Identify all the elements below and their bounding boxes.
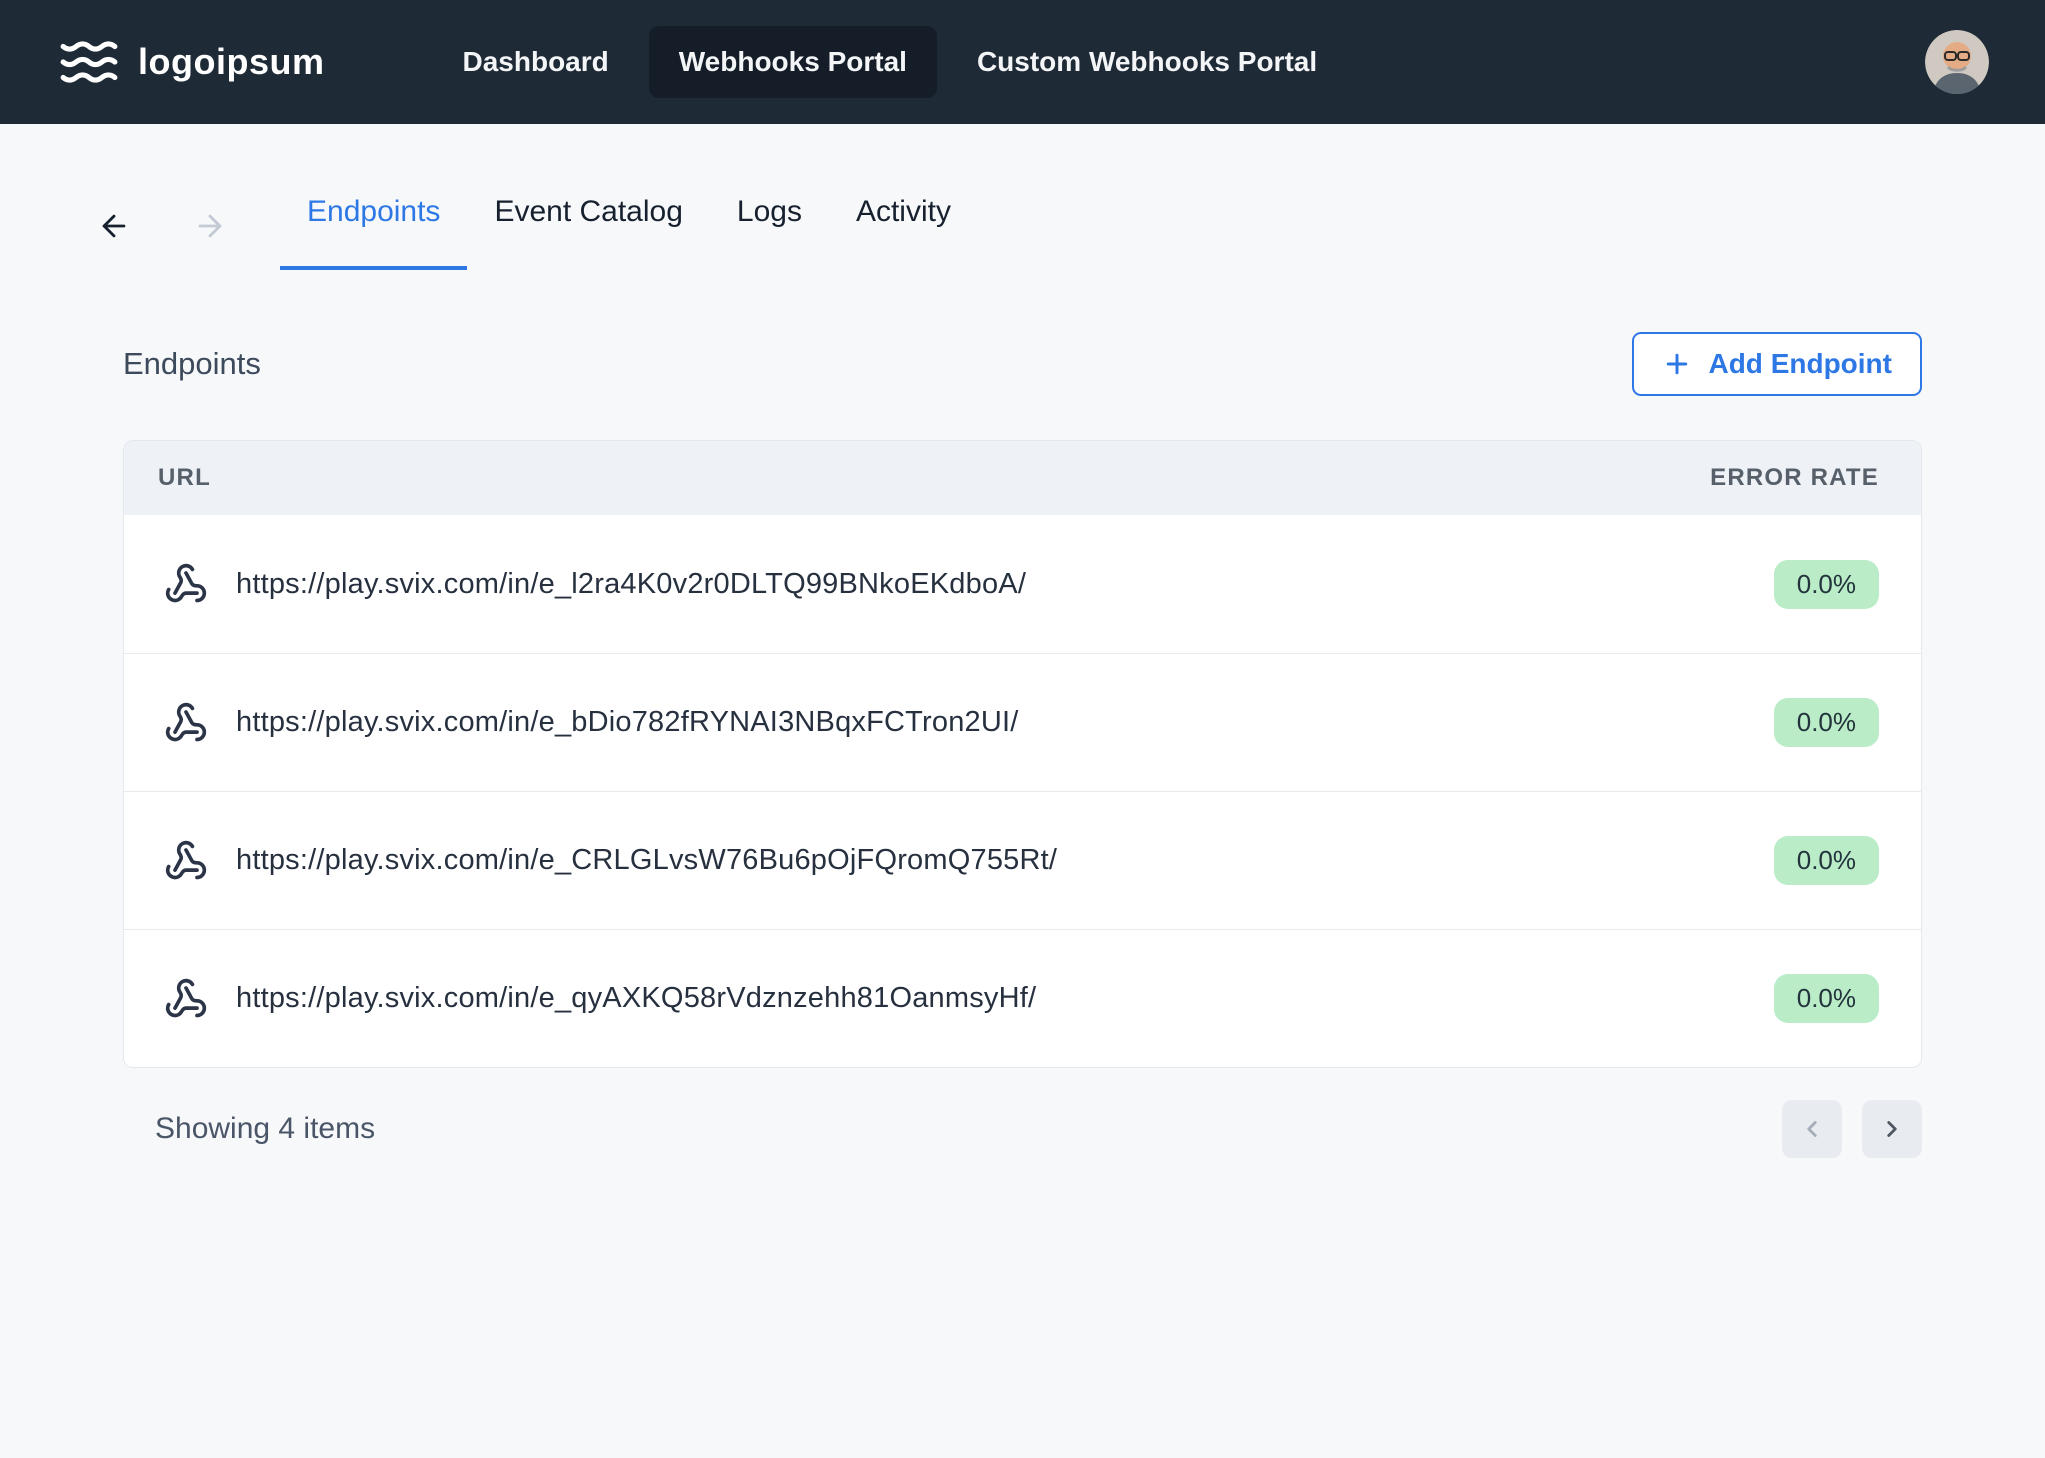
prev-page-button[interactable] <box>1782 1100 1842 1158</box>
webhook-icon <box>164 839 208 883</box>
tab-endpoints[interactable]: Endpoints <box>280 186 467 270</box>
page-title: Endpoints <box>123 346 261 382</box>
next-page-button[interactable] <box>1862 1100 1922 1158</box>
nav-item-webhooks-portal[interactable]: Webhooks Portal <box>649 26 937 98</box>
section-head: Endpoints Add Endpoint <box>123 332 1922 396</box>
pagination <box>1782 1100 1922 1158</box>
table-row[interactable]: https://play.svix.com/in/e_qyAXKQ58rVdzn… <box>124 929 1921 1067</box>
waves-logo-icon <box>58 31 120 93</box>
avatar[interactable] <box>1925 30 1989 94</box>
nav-item-dashboard[interactable]: Dashboard <box>433 26 639 98</box>
webhook-icon <box>164 977 208 1021</box>
forward-button[interactable] <box>184 200 236 252</box>
main-content: Endpoints Event Catalog Logs Activity En… <box>0 186 2045 1158</box>
table-row[interactable]: https://play.svix.com/in/e_l2ra4K0v2r0DL… <box>124 515 1921 653</box>
portal-tabs: Endpoints Event Catalog Logs Activity <box>280 186 978 270</box>
chevron-left-icon <box>1799 1116 1825 1142</box>
endpoint-url: https://play.svix.com/in/e_bDio782fRYNAI… <box>236 706 1019 739</box>
nav-item-custom-webhooks-portal[interactable]: Custom Webhooks Portal <box>947 26 1347 98</box>
chevron-right-icon <box>1879 1116 1905 1142</box>
table-header: URL ERROR RATE <box>124 441 1921 515</box>
error-rate-badge: 0.0% <box>1774 974 1879 1023</box>
back-button[interactable] <box>88 200 140 252</box>
tab-event-catalog[interactable]: Event Catalog <box>467 186 709 270</box>
table-footer: Showing 4 items <box>123 1100 1922 1158</box>
tab-logs[interactable]: Logs <box>710 186 829 270</box>
tabs-row: Endpoints Event Catalog Logs Activity <box>88 186 2045 270</box>
add-endpoint-button[interactable]: Add Endpoint <box>1632 332 1922 396</box>
endpoint-url: https://play.svix.com/in/e_l2ra4K0v2r0DL… <box>236 568 1026 601</box>
items-count: Showing 4 items <box>155 1112 375 1146</box>
webhook-icon <box>164 701 208 745</box>
column-header-url: URL <box>158 464 211 492</box>
endpoint-url: https://play.svix.com/in/e_qyAXKQ58rVdzn… <box>236 982 1036 1015</box>
topbar: logoipsum Dashboard Webhooks Portal Cust… <box>0 0 2045 124</box>
endpoints-table: URL ERROR RATE https://play.svix.com/in/… <box>123 440 1922 1068</box>
add-endpoint-label: Add Endpoint <box>1708 348 1892 380</box>
tab-activity[interactable]: Activity <box>829 186 978 270</box>
plus-icon <box>1662 349 1692 379</box>
brand-name: logoipsum <box>138 41 325 83</box>
error-rate-badge: 0.0% <box>1774 698 1879 747</box>
top-nav: Dashboard Webhooks Portal Custom Webhook… <box>433 26 1348 98</box>
error-rate-badge: 0.0% <box>1774 836 1879 885</box>
error-rate-badge: 0.0% <box>1774 560 1879 609</box>
webhook-icon <box>164 562 208 606</box>
endpoint-url: https://play.svix.com/in/e_CRLGLvsW76Bu6… <box>236 844 1057 877</box>
brand[interactable]: logoipsum <box>58 31 325 93</box>
table-row[interactable]: https://play.svix.com/in/e_CRLGLvsW76Bu6… <box>124 791 1921 929</box>
column-header-error-rate: ERROR RATE <box>1710 464 1879 492</box>
table-row[interactable]: https://play.svix.com/in/e_bDio782fRYNAI… <box>124 653 1921 791</box>
